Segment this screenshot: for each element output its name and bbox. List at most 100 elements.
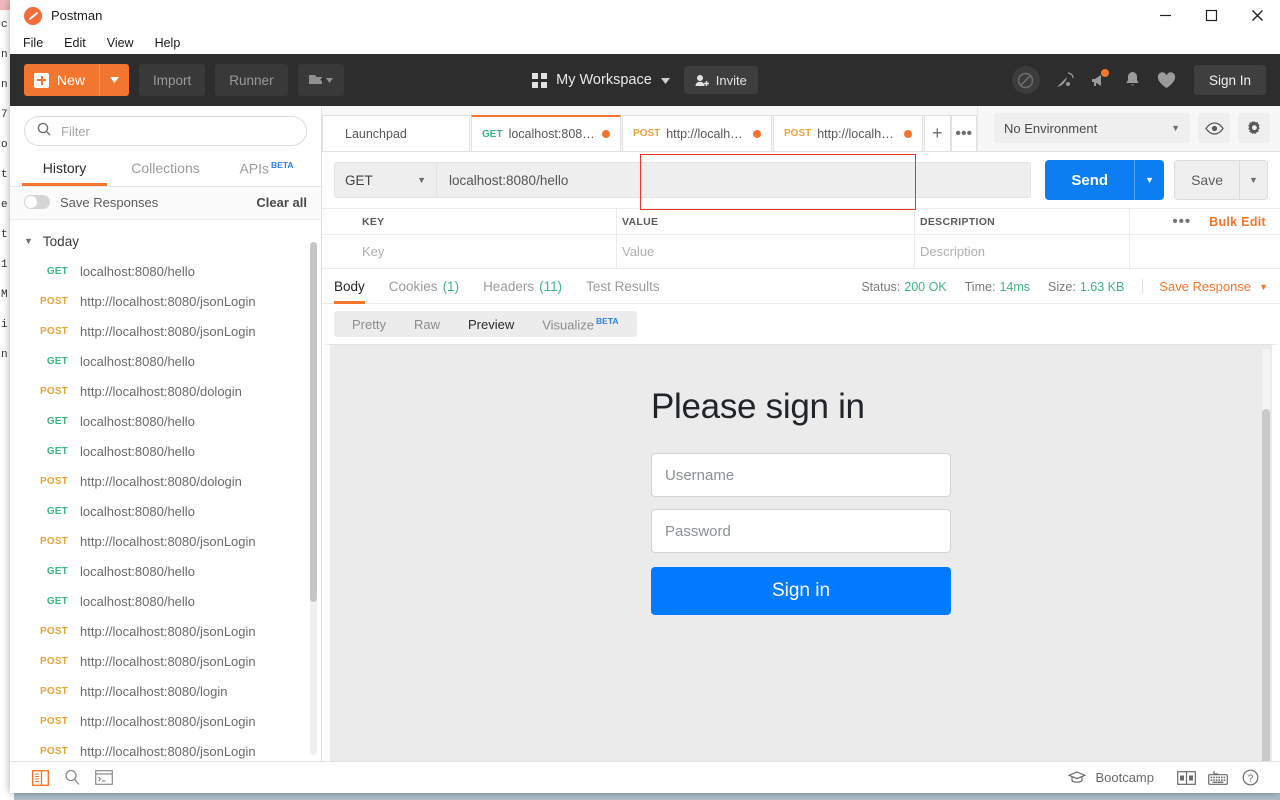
signin-submit-button[interactable]: Sign in — [651, 567, 951, 615]
gear-icon[interactable] — [1238, 113, 1270, 143]
chevron-down-icon[interactable]: ▼ — [1171, 123, 1180, 133]
no-adblock-icon[interactable] — [1012, 66, 1040, 94]
response-tab-cookies[interactable]: Cookies (1) — [389, 270, 459, 304]
history-item[interactable]: POSThttp://localhost:8080/jsonLogin — [10, 527, 321, 557]
menu-view[interactable]: View — [107, 36, 134, 50]
chevron-down-icon[interactable]: ▼ — [1259, 282, 1268, 292]
new-button[interactable]: New — [24, 64, 129, 96]
history-item[interactable]: POSThttp://localhost:8080/login — [10, 677, 321, 707]
history-item[interactable]: GETlocalhost:8080/hello — [10, 347, 321, 377]
sidebar-toggle-icon[interactable] — [24, 762, 56, 794]
response-scrollbar-thumb[interactable] — [1262, 409, 1270, 761]
history-list[interactable]: ▼ Today GETlocalhost:8080/helloPOSThttp:… — [10, 220, 321, 761]
history-item[interactable]: GETlocalhost:8080/hello — [10, 407, 321, 437]
history-group-today[interactable]: ▼ Today — [10, 228, 321, 257]
import-button[interactable]: Import — [139, 64, 205, 96]
help-icon[interactable]: ? — [1234, 762, 1266, 794]
keyboard-icon[interactable] — [1202, 762, 1234, 794]
tab-options-button[interactable]: ••• — [951, 115, 978, 151]
close-icon[interactable] — [1234, 0, 1280, 32]
new-tab-button[interactable]: + — [924, 115, 951, 151]
megaphone-icon[interactable] — [1082, 63, 1116, 97]
http-method-selector[interactable]: GET ▼ — [334, 162, 436, 198]
history-item[interactable]: GETlocalhost:8080/hello — [10, 437, 321, 467]
view-mode-raw[interactable]: Raw — [400, 317, 454, 332]
heart-icon[interactable] — [1150, 63, 1184, 97]
runner-button[interactable]: Runner — [215, 64, 287, 96]
sidebar-tab-history[interactable]: History — [14, 154, 115, 186]
history-item[interactable]: POSThttp://localhost:8080/jsonLogin — [10, 317, 321, 347]
menu-file[interactable]: File — [23, 36, 43, 50]
request-tab[interactable]: POSThttp://localhos... — [773, 115, 923, 151]
invite-button[interactable]: Invite — [684, 66, 758, 94]
two-pane-icon[interactable] — [1170, 762, 1202, 794]
bulk-edit-button[interactable]: Bulk Edit — [1209, 215, 1266, 229]
view-mode-preview[interactable]: Preview — [454, 317, 528, 332]
param-key-input[interactable]: Key — [322, 235, 617, 269]
history-item[interactable]: GETlocalhost:8080/hello — [10, 497, 321, 527]
params-more-icon[interactable]: ••• — [1172, 213, 1191, 230]
save-dropdown-caret-icon[interactable]: ▼ — [1239, 161, 1267, 199]
search-icon[interactable] — [56, 762, 88, 794]
response-tab-test-results-label: Test Results — [586, 279, 660, 294]
send-button-label[interactable]: Send — [1045, 160, 1134, 200]
bootcamp-button[interactable]: Bootcamp — [1068, 770, 1154, 785]
request-tab[interactable]: POSThttp://localhos... — [622, 115, 772, 151]
new-button-main[interactable]: New — [24, 64, 99, 96]
history-item[interactable]: POSThttp://localhost:8080/jsonLogin — [10, 647, 321, 677]
history-item[interactable]: GETlocalhost:8080/hello — [10, 257, 321, 287]
new-window-button[interactable] — [298, 64, 344, 96]
param-description-input[interactable]: Description — [915, 235, 1130, 269]
view-mode-visualize[interactable]: VisualizeBETA — [528, 316, 632, 332]
history-item[interactable]: POSThttp://localhost:8080/jsonLogin — [10, 707, 321, 737]
save-button-label[interactable]: Save — [1175, 161, 1239, 199]
send-dropdown-caret-icon[interactable]: ▼ — [1134, 160, 1164, 200]
response-tab-headers-label: Headers — [483, 279, 534, 294]
console-icon[interactable] — [88, 762, 120, 794]
minimize-icon[interactable] — [1142, 0, 1188, 32]
save-button[interactable]: Save ▼ — [1174, 160, 1268, 200]
request-tab-label: Launchpad — [345, 127, 407, 141]
menu-help[interactable]: Help — [155, 36, 181, 50]
save-responses-toggle[interactable] — [24, 195, 50, 209]
history-item[interactable]: POSThttp://localhost:8080/jsonLogin — [10, 617, 321, 647]
sign-in-button[interactable]: Sign In — [1194, 65, 1266, 95]
chevron-down-icon[interactable] — [661, 72, 670, 88]
history-item[interactable]: POSThttp://localhost:8080/dologin — [10, 377, 321, 407]
response-tab-test-results[interactable]: Test Results — [586, 270, 660, 304]
chevron-down-icon[interactable]: ▼ — [417, 175, 426, 185]
response-tab-headers[interactable]: Headers (11) — [483, 270, 562, 304]
history-item[interactable]: POSThttp://localhost:8080/jsonLogin — [10, 737, 321, 761]
environment-selector[interactable]: No Environment ▼ — [994, 113, 1190, 143]
eye-icon[interactable] — [1198, 113, 1230, 143]
new-dropdown-caret-icon[interactable] — [99, 64, 129, 96]
history-item[interactable]: GETlocalhost:8080/hello — [10, 557, 321, 587]
filter-wrapper: Filter — [10, 106, 321, 154]
clear-all-button[interactable]: Clear all — [256, 195, 307, 210]
param-value-input[interactable]: Value — [617, 235, 915, 269]
workspace-selector[interactable]: My Workspace — [532, 72, 670, 88]
view-mode-pretty[interactable]: Pretty — [338, 317, 400, 332]
satellite-icon[interactable] — [1048, 63, 1082, 97]
history-item[interactable]: POSThttp://localhost:8080/dologin — [10, 467, 321, 497]
history-item[interactable]: POSThttp://localhost:8080/jsonLogin — [10, 287, 321, 317]
save-response-button[interactable]: Save Response ▼ — [1142, 279, 1268, 294]
maximize-icon[interactable] — [1188, 0, 1234, 32]
history-scrollbar-thumb[interactable] — [310, 242, 317, 602]
chevron-down-icon[interactable]: ▼ — [24, 236, 33, 246]
title-bar: Postman — [10, 0, 1280, 32]
history-item[interactable]: GETlocalhost:8080/hello — [10, 587, 321, 617]
search-input[interactable]: Filter — [24, 116, 307, 146]
sidebar-tab-collections[interactable]: Collections — [115, 154, 216, 186]
request-tab-launchpad[interactable]: Launchpad — [322, 115, 470, 151]
menu-edit[interactable]: Edit — [64, 36, 86, 50]
request-tab[interactable]: GETlocalhost:8080/... — [471, 115, 621, 151]
username-field[interactable]: Username — [651, 453, 951, 497]
password-field[interactable]: Password — [651, 509, 951, 553]
history-item-url: http://localhost:8080/jsonLogin — [80, 744, 256, 759]
bell-icon[interactable] — [1116, 63, 1150, 97]
response-tab-body[interactable]: Body — [334, 270, 365, 304]
send-button[interactable]: Send ▼ — [1045, 160, 1164, 200]
url-input[interactable]: localhost:8080/hello — [436, 162, 1031, 198]
sidebar-tab-apis[interactable]: APIsBETA — [216, 154, 317, 186]
